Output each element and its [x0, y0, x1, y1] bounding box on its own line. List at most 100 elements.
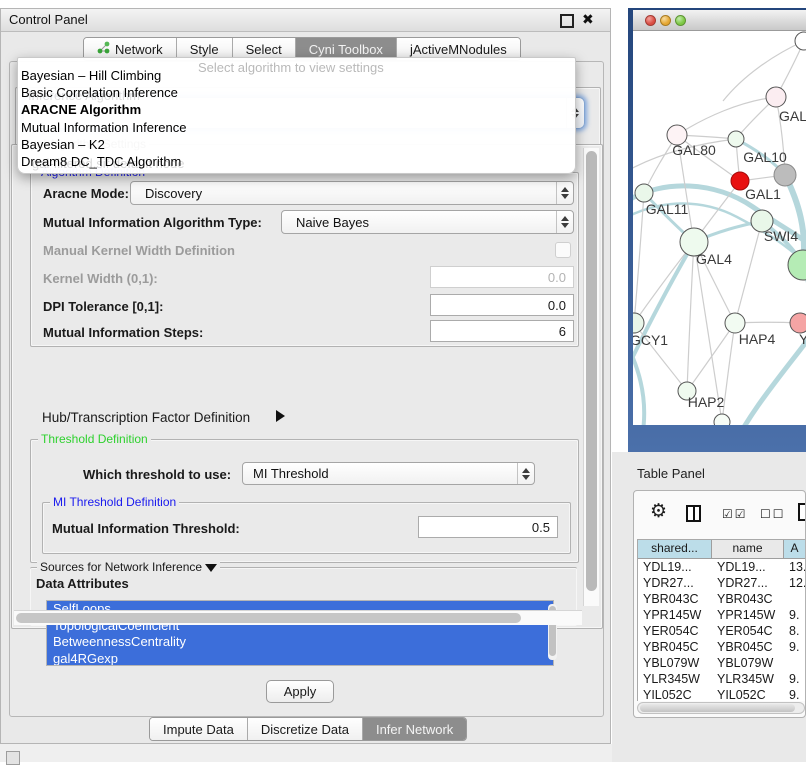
node-label-hap4: HAP4: [739, 331, 776, 347]
network-node-1[interactable]: [766, 87, 786, 107]
unchecked-pair-icon[interactable]: ☐☐: [760, 507, 786, 521]
network-node-12[interactable]: [790, 313, 806, 333]
settings-vertical-scrollbar[interactable]: [583, 148, 599, 606]
node-label-gal11: GAL11: [646, 201, 689, 217]
collapse-arrow-icon[interactable]: [205, 564, 217, 572]
table-cell: YIL052C: [712, 687, 784, 701]
attribute-item-gal4rgexp[interactable]: gal4RGexp: [47, 651, 553, 667]
algorithm-dropdown-popup: Select algorithm to view settings Infere…: [17, 57, 576, 174]
float-window-icon[interactable]: [560, 14, 574, 28]
mi-threshold-definition-group: MI Threshold Definition Mutual Informati…: [42, 502, 571, 554]
network-node-labels: GALGAL80GAL10GAL1GAL11SWI4GAL4GCY1HAP4YH…: [633, 108, 806, 410]
zoom-traffic-light-icon[interactable]: [675, 15, 686, 26]
close-icon[interactable]: ✖: [582, 11, 594, 28]
algorithm-option-basic-correlation-inference[interactable]: Basic Correlation Inference: [20, 84, 560, 101]
tab-infer-network[interactable]: Infer Network: [363, 718, 466, 740]
network-node-10[interactable]: [633, 313, 644, 333]
table-row[interactable]: YDR27...YDR27...12...: [638, 575, 806, 591]
node-label-gal: GAL: [779, 108, 806, 124]
attribute-item-betweennesscentrality[interactable]: BetweennessCentrality: [47, 634, 553, 651]
tab-impute-data[interactable]: Impute Data: [150, 718, 248, 740]
minimize-traffic-light-icon[interactable]: [660, 15, 671, 26]
settings-horizontal-scrollbar[interactable]: [14, 610, 582, 625]
table-row[interactable]: YBR045CYBR045C9.: [638, 639, 806, 655]
table-cell: 13...: [784, 559, 806, 575]
window-grip[interactable]: [6, 751, 20, 765]
table-cell: YBL079W: [712, 655, 784, 671]
expand-arrow-icon[interactable]: [276, 410, 285, 422]
network-node-0[interactable]: [795, 32, 806, 50]
node-label-gal1: GAL1: [745, 186, 781, 202]
table-row[interactable]: YLR345WYLR345W9.: [638, 671, 806, 687]
table-cell: [784, 591, 806, 607]
cyni-algorithm-settings-group: Cyni Algorithm Settings Algorithm Defini…: [11, 144, 603, 629]
algorithm-definition-group: Algorithm Definition Aracne Mode: Discov…: [30, 172, 579, 347]
hub-section-label: Hub/Transcription Factor Definition: [42, 410, 250, 425]
aracne-mode-label: Aracne Mode:: [43, 186, 129, 201]
algorithm-option-aracne-algorithm[interactable]: ARACNE Algorithm: [20, 101, 560, 118]
table-cell: YDR27...: [712, 575, 784, 591]
mi-steps-label: Mutual Information Steps:: [43, 325, 203, 340]
algorithm-option-bayesian-k2[interactable]: Bayesian – K2: [20, 136, 560, 153]
apply-button[interactable]: Apply: [266, 680, 334, 703]
mi-threshold-field[interactable]: 0.5: [418, 516, 558, 538]
node-label-y: Y: [799, 331, 806, 347]
network-node-14[interactable]: [714, 414, 730, 425]
checked-pair-icon[interactable]: ☑☑: [722, 507, 748, 521]
network-node-11[interactable]: [725, 313, 745, 333]
document-icon[interactable]: [798, 503, 806, 521]
tab-label: Cyni Toolbox: [309, 42, 383, 57]
mi-steps-field[interactable]: 6: [430, 320, 574, 342]
table-cell: YDL19...: [712, 559, 784, 575]
network-canvas[interactable]: GALGAL80GAL10GAL1GAL11SWI4GAL4GCY1HAP4YH…: [633, 31, 806, 425]
node-label-gcy1: GCY1: [633, 332, 668, 348]
tab-label: Impute Data: [163, 722, 234, 737]
tab-label: Infer Network: [376, 722, 453, 737]
tab-label: Discretize Data: [261, 722, 349, 737]
tab-discretize-data[interactable]: Discretize Data: [248, 718, 363, 740]
table-cell: YBR043C: [712, 591, 784, 607]
column-header-name[interactable]: name: [712, 540, 784, 558]
network-icon: [97, 41, 110, 57]
table-row[interactable]: YDL19...YDL19...13...: [638, 559, 806, 575]
node-table[interactable]: shared...nameA YDL19...YDL19...13...YDR2…: [637, 539, 806, 701]
background-strip: [0, 744, 612, 762]
network-node-9[interactable]: [788, 250, 806, 280]
mi-type-combobox[interactable]: Naive Bayes: [281, 210, 574, 234]
network-node-5[interactable]: [774, 164, 796, 186]
network-node-6[interactable]: [635, 184, 653, 202]
tab-label: Style: [190, 42, 219, 57]
network-window-titlebar[interactable]: [633, 10, 806, 31]
aracne-mode-value: Discovery: [131, 186, 556, 201]
table-row[interactable]: YIL052CYIL052C9.: [638, 687, 806, 701]
table-cell: YPR145W: [712, 607, 784, 623]
table-row[interactable]: YBL079WYBL079W: [638, 655, 806, 671]
control-panel-title: Control Panel: [9, 12, 88, 27]
algorithm-option-dream8-dc-tdc-algorithm[interactable]: Dream8 DC_TDC Algorithm: [20, 153, 560, 170]
gear-icon[interactable]: ⚙: [650, 502, 667, 521]
table-cell: YBL079W: [638, 655, 712, 671]
table-panel-title: Table Panel: [637, 466, 705, 481]
column-header-shared[interactable]: shared...: [638, 540, 712, 558]
table-horizontal-scrollbar[interactable]: [637, 702, 805, 714]
manual-kernel-checkbox[interactable]: [555, 242, 571, 258]
node-label-gal80: GAL80: [672, 142, 716, 158]
algorithm-option-bayesian-hill-climbing[interactable]: Bayesian – Hill Climbing: [20, 67, 560, 84]
table-cell: YPR145W: [638, 607, 712, 623]
table-panel-toolbar: ⚙ ☑☑ ☐☐: [634, 491, 805, 535]
table-row[interactable]: YER054CYER054C8.: [638, 623, 806, 639]
dpi-tolerance-field[interactable]: 0.0: [430, 294, 574, 316]
column-header-a[interactable]: A: [784, 540, 806, 558]
tab-label: jActiveMNodules: [410, 42, 507, 57]
close-traffic-light-icon[interactable]: [645, 15, 656, 26]
algorithm-option-mutual-information-inference[interactable]: Mutual Information Inference: [20, 119, 560, 136]
table-row[interactable]: YBR043CYBR043C: [638, 591, 806, 607]
kernel-width-field[interactable]: 0.0: [430, 266, 574, 288]
mi-type-value: Naive Bayes: [282, 215, 556, 230]
table-row[interactable]: YPR145WYPR145W9.: [638, 607, 806, 623]
which-threshold-combobox[interactable]: MI Threshold: [242, 462, 535, 485]
network-node-3[interactable]: [728, 131, 744, 147]
columns-icon[interactable]: [686, 505, 701, 522]
manual-kernel-label: Manual Kernel Width Definition: [43, 243, 235, 258]
aracne-mode-combobox[interactable]: Discovery: [130, 181, 574, 205]
